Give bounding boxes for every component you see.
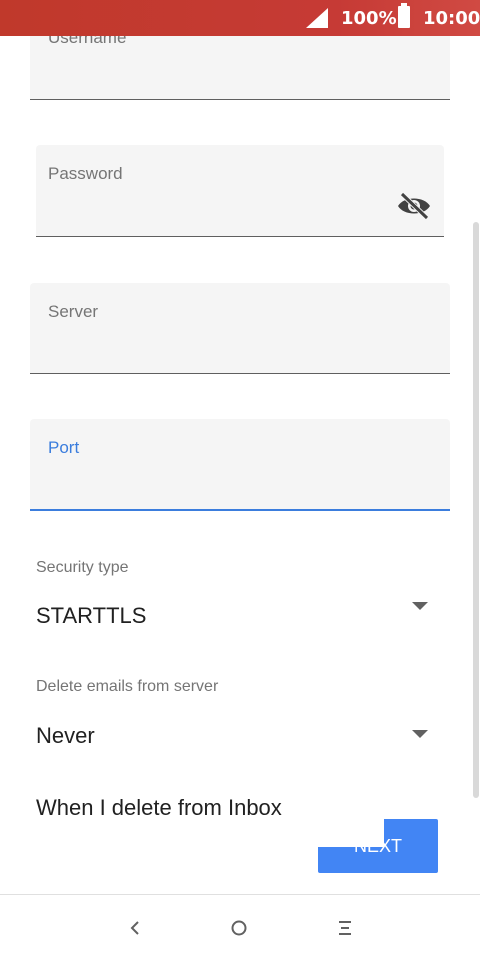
password-label: Password <box>48 164 123 183</box>
menu-icon[interactable] <box>330 915 360 941</box>
home-icon[interactable] <box>224 915 254 941</box>
port-field[interactable]: Port <box>30 419 450 511</box>
delete-emails-spinner[interactable]: Never <box>36 723 95 749</box>
security-type-label: Security type <box>36 559 129 576</box>
next-button[interactable]: NEXT <box>318 819 438 873</box>
port-label: Port <box>48 438 80 457</box>
visibility-off-icon[interactable] <box>396 191 432 221</box>
server-label: Server <box>48 302 99 321</box>
username-field[interactable]: Username <box>30 36 450 100</box>
password-field[interactable]: Password <box>36 145 444 237</box>
battery-icon <box>398 3 410 28</box>
username-label: Username <box>48 36 127 47</box>
status-bar: 100% 10:00 <box>0 0 480 36</box>
server-field[interactable]: Server <box>30 283 450 374</box>
clock: 10:00 <box>423 8 480 29</box>
back-icon[interactable] <box>120 915 150 941</box>
scrollbar[interactable] <box>473 222 479 798</box>
account-settings-form: Username Password Server Port Security t… <box>0 36 480 894</box>
navigation-bar <box>0 894 480 960</box>
dropdown-arrow-icon[interactable] <box>412 730 428 738</box>
battery-percentage: 100% <box>341 8 397 29</box>
security-type-spinner[interactable]: STARTTLS <box>36 603 146 629</box>
next-button-label: NEXT <box>353 836 402 856</box>
when-delete-label: When I delete from Inbox <box>36 795 282 820</box>
dropdown-arrow-icon[interactable] <box>412 602 428 610</box>
delete-emails-label: Delete emails from server <box>36 678 219 695</box>
signal-icon <box>306 8 328 28</box>
